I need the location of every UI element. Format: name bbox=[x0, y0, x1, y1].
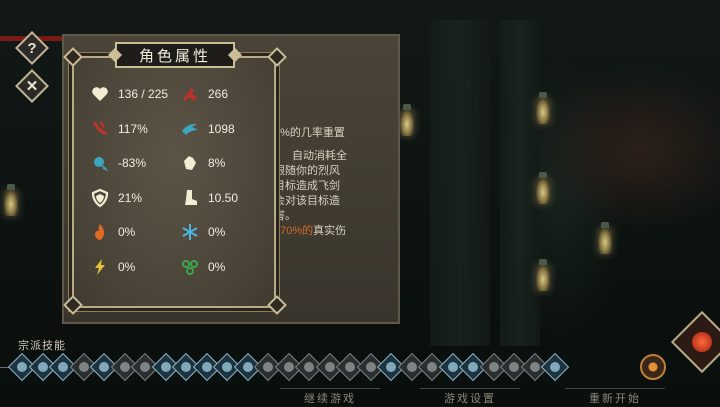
stat-entry[interactable]: 266 bbox=[180, 84, 228, 104]
stat-value: 1098 bbox=[208, 121, 235, 136]
stat-value: 21% bbox=[118, 190, 143, 205]
cooldown-orb-icon bbox=[90, 153, 110, 173]
description-text: 真实伤 bbox=[313, 225, 347, 237]
stat-entry[interactable]: 117% bbox=[90, 119, 148, 139]
stat-value: 0% bbox=[118, 225, 136, 239]
continue-game-button[interactable]: 继续游戏 bbox=[280, 388, 380, 407]
lightning-bolt-icon bbox=[90, 257, 110, 277]
lantern-icon bbox=[536, 92, 550, 124]
swift-strike-icon bbox=[180, 119, 200, 139]
poison-swirl-icon bbox=[180, 257, 200, 277]
close-icon: ✕ bbox=[25, 78, 39, 95]
frost-snowflake-icon bbox=[180, 222, 200, 242]
stat-entry[interactable]: -83% bbox=[90, 153, 146, 173]
lantern-icon bbox=[598, 222, 612, 254]
description-line: 目标造成飞剑 bbox=[274, 180, 340, 192]
armor-boot-icon bbox=[180, 188, 200, 208]
help-icon: ? bbox=[27, 39, 37, 57]
stat-entry[interactable]: 21% bbox=[90, 188, 142, 208]
restart-button[interactable]: 重新开始 bbox=[565, 388, 665, 407]
attack-fist-icon bbox=[180, 84, 200, 104]
description-line: 跟随你的烈风 bbox=[274, 165, 340, 177]
stats-panel-title: 角色属性 bbox=[115, 42, 235, 68]
lantern-icon bbox=[4, 184, 18, 216]
lantern-icon bbox=[536, 172, 550, 204]
stat-value: 0% bbox=[118, 259, 136, 274]
lantern-icon bbox=[536, 259, 550, 291]
power-fist-icon bbox=[180, 153, 200, 173]
background-pillar bbox=[430, 20, 490, 346]
sect-skills-label: 宗派技能 bbox=[18, 340, 66, 352]
heart-icon bbox=[90, 84, 110, 104]
stat-value: -83% bbox=[118, 156, 147, 170]
lantern-icon bbox=[400, 104, 414, 136]
stat-value: 10.50 bbox=[208, 190, 239, 205]
description-line: 5%的几率重置 bbox=[274, 127, 345, 139]
shield-icon bbox=[90, 188, 110, 208]
stat-value: 117% bbox=[118, 121, 148, 136]
stat-entry[interactable]: 136 / 225 bbox=[90, 84, 168, 104]
stat-entry[interactable]: 1098 bbox=[180, 119, 235, 139]
stat-entry[interactable]: 0% bbox=[180, 222, 225, 242]
description-line: 会对该目标造 bbox=[274, 195, 340, 207]
description-highlight: 170%的 bbox=[274, 225, 314, 237]
stat-entry[interactable]: 8% bbox=[180, 153, 225, 173]
skill-description-text: 5%的几率重置 自动消耗全 跟随你的烈风 目标造成飞剑 会对该目标造 害。 17… bbox=[274, 126, 392, 239]
stat-value: 266 bbox=[208, 87, 229, 101]
stat-entry[interactable]: 0% bbox=[90, 222, 135, 242]
description-line: 自动消耗全 bbox=[292, 150, 347, 162]
stat-value: 0% bbox=[208, 259, 226, 274]
stat-entry[interactable]: 0% bbox=[90, 257, 135, 277]
description-line: 害。 bbox=[274, 210, 296, 222]
stat-value: 0% bbox=[208, 225, 226, 239]
crit-claw-icon bbox=[90, 119, 110, 139]
game-settings-button[interactable]: 游戏设置 bbox=[420, 388, 520, 407]
fire-icon bbox=[90, 222, 110, 242]
stat-entry[interactable]: 0% bbox=[180, 257, 225, 277]
description-line: 170%的真实伤 bbox=[274, 224, 392, 239]
background-pillar bbox=[500, 20, 540, 346]
stat-entry[interactable]: 10.50 bbox=[180, 188, 238, 208]
compass-icon[interactable] bbox=[640, 354, 666, 380]
stat-value: 136 / 225 bbox=[118, 87, 169, 101]
stat-value: 8% bbox=[208, 156, 226, 170]
